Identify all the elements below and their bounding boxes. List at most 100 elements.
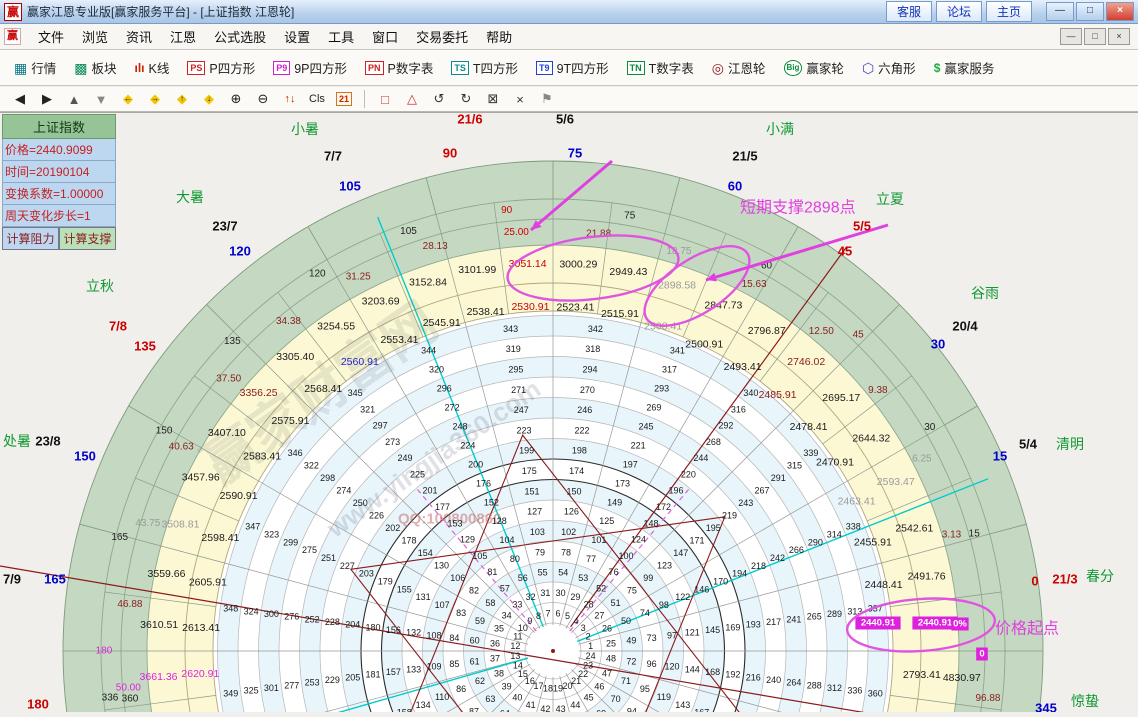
titlebar-link-0[interactable]: 客服	[886, 1, 932, 22]
draw-page-left-icon[interactable]: ◀	[8, 89, 32, 110]
draw-move-left-icon[interactable]: ◆←	[116, 89, 140, 110]
toolbar-label: T四方形	[473, 58, 518, 77]
svg-text:2598.41: 2598.41	[201, 532, 239, 544]
menu-浏览[interactable]: 浏览	[73, 25, 117, 48]
gann-wheel-canvas[interactable]: 赢家财富网www.yingjia360.comQQ:10080086012345…	[0, 113, 1138, 712]
svg-text:57: 57	[500, 583, 510, 593]
svg-text:63: 63	[485, 694, 495, 704]
svg-text:360: 360	[122, 694, 139, 705]
draw-move-down-icon[interactable]: ◆↓	[197, 89, 221, 110]
parameter-row-3: 周天变化步长=1	[2, 205, 116, 227]
svg-text:3356.25: 3356.25	[240, 387, 278, 399]
svg-text:105: 105	[472, 551, 487, 561]
toolbar-label: P数字表	[388, 58, 434, 77]
toolbar-9p-square[interactable]: P99P四方形	[265, 54, 355, 81]
menu-资讯[interactable]: 资讯	[117, 25, 161, 48]
svg-text:147: 147	[673, 548, 688, 558]
svg-text:273: 273	[385, 437, 400, 447]
svg-text:0: 0	[1031, 574, 1038, 589]
menu-窗口[interactable]: 窗口	[363, 25, 407, 48]
draw-triangle-tool-icon[interactable]: △	[400, 89, 424, 110]
svg-text:229: 229	[325, 675, 340, 685]
svg-text:319: 319	[506, 344, 521, 354]
svg-text:316: 316	[731, 404, 746, 414]
menu-公式选股[interactable]: 公式选股	[205, 25, 275, 48]
svg-text:74: 74	[640, 608, 650, 618]
toolbar-label: P四方形	[209, 58, 255, 77]
titlebar-link-2[interactable]: 主页	[986, 1, 1032, 22]
toolbar-gann-wheel[interactable]: ◎江恩轮	[704, 54, 774, 81]
toolbar-winner-wheel[interactable]: Big赢家轮	[776, 54, 852, 81]
menu-交易委托[interactable]: 交易委托	[407, 25, 477, 48]
draw-rotate-cw-icon[interactable]: ↻	[454, 89, 478, 110]
svg-text:321: 321	[360, 404, 375, 414]
svg-text:75: 75	[627, 585, 637, 595]
svg-text:2523.41: 2523.41	[557, 302, 595, 314]
draw-collapse-x-icon[interactable]: ×	[508, 89, 532, 110]
menu-工具[interactable]: 工具	[319, 25, 363, 48]
main-toolbar: ▦行情▩板块ılıK线PSP四方形P99P四方形PNP数字表TST四方形T99T…	[0, 50, 1138, 86]
toolbar-kline[interactable]: ılıK线	[127, 54, 178, 81]
svg-text:30: 30	[556, 588, 566, 598]
draw-move-up-icon[interactable]: ◆↑	[170, 89, 194, 110]
svg-text:2590.91: 2590.91	[220, 490, 258, 502]
calc-support-button[interactable]: 计算支撑	[59, 227, 116, 250]
toolbar-9t-square[interactable]: T99T四方形	[528, 54, 617, 81]
draw-move-right-icon[interactable]: ◆→	[143, 89, 167, 110]
svg-text:158: 158	[397, 708, 412, 712]
svg-text:219: 219	[722, 511, 737, 521]
menu-江恩[interactable]: 江恩	[161, 25, 205, 48]
toolbar-sectors[interactable]: ▩板块	[66, 54, 124, 81]
svg-text:109: 109	[427, 662, 442, 672]
toolbar-p-table[interactable]: PNP数字表	[357, 54, 441, 81]
toolbar-t-table[interactable]: TNT数字表	[619, 54, 702, 81]
draw-angle-up-icon[interactable]: ▲	[62, 89, 86, 110]
draw-zoom-in-icon[interactable]: ⊕	[224, 89, 248, 110]
svg-text:35: 35	[494, 624, 504, 634]
svg-text:224: 224	[460, 440, 475, 450]
draw-angle-down-icon[interactable]: ▼	[89, 89, 113, 110]
svg-text:73: 73	[647, 633, 657, 643]
mdi-minimize-button[interactable]: —	[1060, 28, 1082, 45]
draw-zoom-out-icon[interactable]: ⊖	[251, 89, 275, 110]
toolbar-hexagon[interactable]: ⬡六角形	[854, 54, 924, 81]
svg-text:27: 27	[594, 610, 604, 620]
svg-text:78: 78	[561, 547, 571, 557]
titlebar-link-1[interactable]: 论坛	[936, 1, 982, 22]
draw-cls-icon[interactable]: Cls	[305, 89, 329, 110]
draw-pin-icon[interactable]: ⚑	[535, 89, 559, 110]
toolbar-t-square[interactable]: TST四方形	[443, 54, 526, 81]
calc-resistance-button[interactable]: 计算阻力	[2, 227, 59, 250]
svg-text:70: 70	[611, 694, 621, 704]
svg-text:24: 24	[586, 651, 596, 661]
draw-updown-arrows-icon[interactable]: ↑↓	[278, 89, 302, 110]
svg-text:98: 98	[659, 600, 669, 610]
toolbar-p-square[interactable]: PSP四方形	[179, 54, 263, 81]
svg-text:173: 173	[615, 478, 630, 488]
draw-box-x-icon[interactable]: ⊠	[481, 89, 505, 110]
svg-text:172: 172	[656, 502, 671, 512]
svg-text:134: 134	[416, 700, 431, 710]
svg-text:90: 90	[501, 205, 513, 216]
svg-text:5/5: 5/5	[853, 219, 871, 234]
svg-text:惊蛰: 惊蛰	[1071, 693, 1099, 709]
toolbar-quotes[interactable]: ▦行情	[6, 54, 64, 81]
maximize-button[interactable]: □	[1076, 2, 1104, 21]
mdi-restore-button[interactable]: □	[1084, 28, 1106, 45]
close-button[interactable]: ×	[1106, 2, 1134, 21]
svg-text:105: 105	[339, 179, 361, 194]
menu-帮助[interactable]: 帮助	[477, 25, 521, 48]
menu-文件[interactable]: 文件	[29, 25, 73, 48]
draw-calendar-icon[interactable]: 21	[332, 89, 356, 110]
toolbar-winner-service[interactable]: $赢家服务	[926, 54, 1003, 81]
draw-rotate-ccw-icon[interactable]: ↺	[427, 89, 451, 110]
draw-page-right-icon[interactable]: ▶	[35, 89, 59, 110]
mdi-close-button[interactable]: ×	[1108, 28, 1130, 45]
svg-text:7/9: 7/9	[3, 572, 21, 587]
svg-text:38: 38	[494, 668, 504, 678]
svg-text:202: 202	[385, 523, 400, 533]
draw-rect-tool-icon[interactable]: □	[373, 89, 397, 110]
menu-设置[interactable]: 设置	[275, 25, 319, 48]
svg-text:3254.55: 3254.55	[317, 320, 355, 332]
minimize-button[interactable]: —	[1046, 2, 1074, 21]
